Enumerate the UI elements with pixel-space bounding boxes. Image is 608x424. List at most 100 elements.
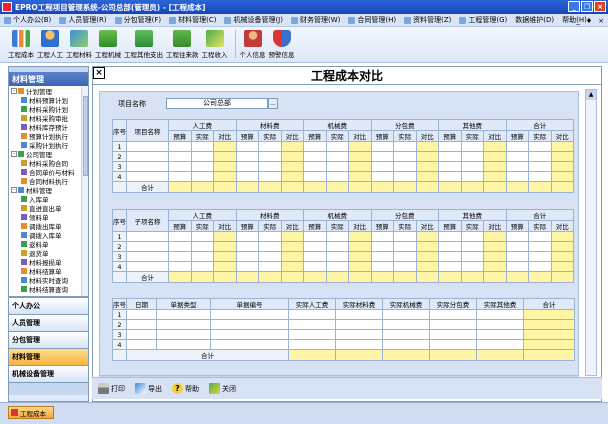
table-cell[interactable]	[393, 161, 417, 172]
menu-machinery[interactable]: 机械设备管理(J)	[224, 15, 283, 25]
tree-scroll-thumb[interactable]	[83, 96, 88, 176]
table-cell[interactable]	[460, 151, 484, 162]
tree-item[interactable]: 材料采购计划	[21, 105, 68, 114]
table-cell[interactable]	[168, 251, 192, 262]
group-personal-office[interactable]: 个人办公	[9, 297, 88, 314]
tree-item[interactable]: 退货单	[21, 249, 49, 258]
tree-item[interactable]: 入库单	[21, 195, 49, 204]
tree-expander-icon[interactable]: -	[11, 187, 17, 193]
table-cell[interactable]	[303, 141, 327, 152]
table-cell[interactable]	[393, 241, 417, 252]
table-cell[interactable]	[429, 329, 477, 340]
table-cell[interactable]	[303, 171, 327, 182]
toolbar-income-button[interactable]: 工程收入	[202, 30, 228, 62]
print-button[interactable]: 打印	[98, 383, 125, 394]
tree-item[interactable]: 材料报损单	[21, 258, 62, 267]
table-cell[interactable]	[126, 319, 157, 330]
menu-material[interactable]: 材料管理(C)	[169, 15, 216, 25]
table-cell[interactable]	[190, 161, 214, 172]
table-cell[interactable]	[258, 171, 282, 182]
toolbar-machinery-button[interactable]: 工程机械	[95, 30, 121, 62]
table-cell[interactable]	[210, 319, 289, 330]
table-cell[interactable]	[528, 161, 552, 172]
table-cell[interactable]	[288, 339, 336, 350]
tree-item[interactable]: 调拨出库单	[21, 222, 62, 231]
table-cell[interactable]	[476, 329, 524, 340]
table-cell[interactable]	[460, 171, 484, 182]
tree-item[interactable]: 合同单价与材料	[21, 168, 75, 177]
table-cell[interactable]	[528, 231, 552, 242]
table-cell[interactable]	[370, 251, 394, 262]
toolbar-payments-button[interactable]: 工程往来款	[166, 30, 199, 62]
table-cell[interactable]	[438, 161, 462, 172]
menu-subcontract[interactable]: 分包管理(F)	[114, 15, 161, 25]
toolbar-other-expense-button[interactable]: 工程其他支出	[124, 30, 163, 62]
table-cell[interactable]	[126, 309, 157, 320]
table-cell[interactable]	[325, 171, 349, 182]
table-cell[interactable]	[438, 251, 462, 262]
tree-item[interactable]: 返料单	[21, 240, 49, 249]
table-cell[interactable]	[523, 319, 575, 330]
table-cell[interactable]	[258, 151, 282, 162]
mdi-restore-button[interactable]: ♦	[586, 17, 592, 25]
menu-contract[interactable]: 合同管理(H)	[348, 15, 396, 25]
table-cell[interactable]	[190, 171, 214, 182]
table-cell[interactable]	[303, 151, 327, 162]
scroll-up-icon[interactable]: ▲	[586, 90, 596, 100]
table-cell[interactable]	[168, 241, 192, 252]
table-cell[interactable]	[438, 231, 462, 242]
table-cell[interactable]	[210, 329, 289, 340]
table-cell[interactable]	[505, 161, 529, 172]
table-cell[interactable]	[505, 151, 529, 162]
table-cell[interactable]	[370, 241, 394, 252]
document-close-button[interactable]: ×	[93, 67, 105, 79]
table-cell[interactable]	[335, 329, 383, 340]
group-machinery[interactable]: 机械设备管理	[9, 365, 88, 382]
table-cell[interactable]	[126, 161, 169, 172]
table-cell[interactable]	[303, 241, 327, 252]
tree-item[interactable]: 调拨入库单	[21, 231, 62, 240]
restore-button[interactable]: ❐	[581, 1, 593, 12]
group-personnel[interactable]: 人员管理	[9, 314, 88, 331]
table-cell[interactable]	[190, 251, 214, 262]
project-browse-button[interactable]: ...	[268, 98, 278, 109]
table-cell[interactable]	[370, 161, 394, 172]
table-cell[interactable]	[258, 241, 282, 252]
table-cell[interactable]	[210, 309, 289, 320]
table-cell[interactable]	[288, 329, 336, 340]
tree-item[interactable]: 采购计划执行	[21, 141, 68, 150]
table-cell[interactable]	[429, 309, 477, 320]
table-cell[interactable]	[235, 161, 259, 172]
table-cell[interactable]	[235, 141, 259, 152]
table-cell[interactable]	[370, 231, 394, 242]
table-cell[interactable]	[382, 309, 430, 320]
table-cell[interactable]	[235, 231, 259, 242]
table-cell[interactable]	[210, 339, 289, 350]
menu-personal[interactable]: 个人办公(B)	[4, 15, 51, 25]
table-cell[interactable]	[460, 141, 484, 152]
table-cell[interactable]	[168, 151, 192, 162]
table-cell[interactable]	[460, 261, 484, 272]
tree-item[interactable]: 直进直出单	[21, 204, 62, 213]
table-cell[interactable]	[235, 151, 259, 162]
tree-item[interactable]: 材料库存预计	[21, 123, 68, 132]
table-cell[interactable]	[303, 161, 327, 172]
table-cell[interactable]	[325, 141, 349, 152]
table-cell[interactable]	[438, 151, 462, 162]
group-material[interactable]: 材料管理	[9, 348, 88, 365]
table-cell[interactable]	[325, 231, 349, 242]
toolbar-alert-button[interactable]: 预警信息	[269, 30, 295, 62]
table-cell[interactable]	[288, 319, 336, 330]
tree-expander-icon[interactable]: -	[11, 151, 17, 157]
table-cell[interactable]	[505, 141, 529, 152]
table-cell[interactable]	[303, 251, 327, 262]
table-cell[interactable]	[325, 251, 349, 262]
group-subcontract[interactable]: 分包管理	[9, 331, 88, 348]
table-cell[interactable]	[528, 251, 552, 262]
tree-item[interactable]: 材料实时查询	[21, 276, 68, 285]
tree-expander-icon[interactable]: -	[11, 88, 17, 94]
table-cell[interactable]	[288, 309, 336, 320]
table-cell[interactable]	[438, 141, 462, 152]
table-cell[interactable]	[528, 241, 552, 252]
table-cell[interactable]	[438, 241, 462, 252]
